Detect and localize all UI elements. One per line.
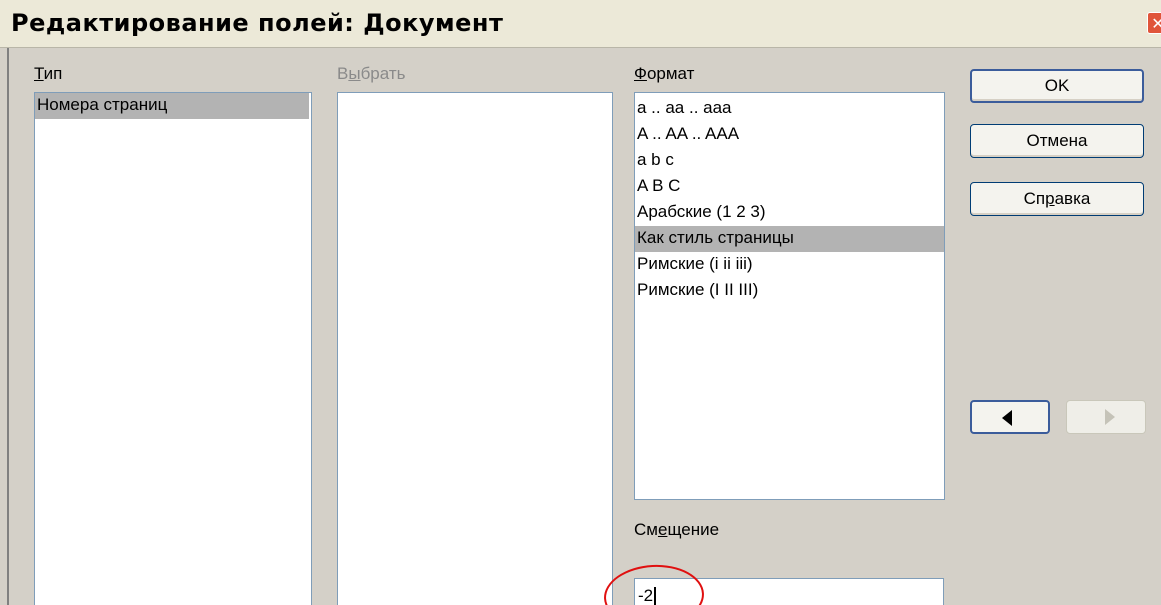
edit-fields-dialog: Редактирование полей: Документ ✕ Тип Ном… bbox=[0, 0, 1161, 605]
dialog-title: Редактирование полей: Документ bbox=[11, 9, 504, 37]
format-label-rest: ормат bbox=[646, 64, 695, 83]
previous-button[interactable] bbox=[970, 400, 1050, 434]
cancel-button[interactable]: Отмена bbox=[970, 124, 1144, 158]
list-item-format-roman-upper[interactable]: Римские (I II III) bbox=[635, 278, 944, 304]
type-listbox[interactable]: Номера страниц bbox=[34, 92, 312, 605]
select-listbox[interactable] bbox=[337, 92, 613, 605]
select-label: Выбрать bbox=[337, 64, 405, 84]
list-item-page-numbers[interactable]: Номера страниц bbox=[35, 93, 309, 119]
arrow-right-icon bbox=[1105, 409, 1115, 425]
help-label-rest: авка bbox=[1054, 189, 1091, 208]
list-item-format-a-upper[interactable]: A .. AA .. AAA bbox=[635, 122, 944, 148]
type-label-accel: Т bbox=[34, 64, 44, 83]
list-item-format-abc-lower[interactable]: a b c bbox=[635, 148, 944, 174]
help-button[interactable]: Справка bbox=[970, 182, 1144, 216]
list-item-format-arabic[interactable]: Арабские (1 2 3) bbox=[635, 200, 944, 226]
help-label-start: Сп bbox=[1023, 189, 1046, 208]
format-listbox[interactable]: a .. aa .. aaa A .. AA .. AAA a b c A B … bbox=[634, 92, 945, 500]
list-item-format-page-style[interactable]: Как стиль страницы bbox=[635, 226, 944, 252]
dialog-left-border bbox=[7, 48, 9, 605]
arrow-left-icon bbox=[1002, 410, 1012, 426]
ok-button[interactable]: OK bbox=[970, 69, 1144, 103]
format-label-accel: Ф bbox=[634, 64, 647, 83]
select-label-accel: ы bbox=[348, 64, 361, 83]
list-item-format-abc-upper[interactable]: A B C bbox=[635, 174, 944, 200]
offset-label-start: См bbox=[634, 520, 658, 539]
help-label-accel: р bbox=[1045, 189, 1055, 208]
type-label-rest: ип bbox=[43, 64, 63, 83]
select-label-start: В bbox=[337, 64, 349, 83]
type-label: Тип bbox=[34, 64, 62, 84]
list-item-format-a-lower[interactable]: a .. aa .. aaa bbox=[635, 96, 944, 122]
offset-label: Смещение bbox=[634, 520, 719, 540]
list-item-format-roman-lower[interactable]: Римские (i ii iii) bbox=[635, 252, 944, 278]
offset-label-rest: щение bbox=[667, 520, 720, 539]
next-button[interactable] bbox=[1066, 400, 1146, 434]
title-bar[interactable]: Редактирование полей: Документ ✕ bbox=[0, 0, 1161, 48]
format-label: Формат bbox=[634, 64, 694, 84]
close-icon[interactable]: ✕ bbox=[1147, 12, 1161, 34]
select-label-rest: брать bbox=[360, 64, 406, 83]
